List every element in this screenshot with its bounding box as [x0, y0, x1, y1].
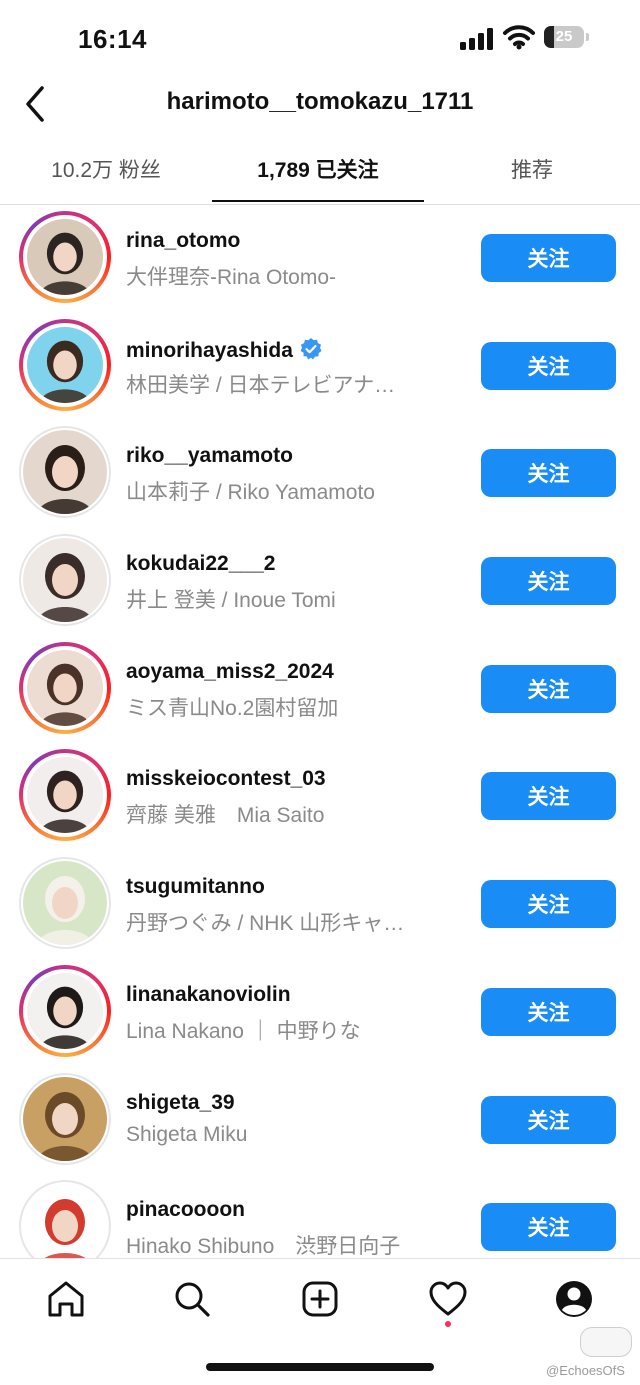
list-item[interactable]: linanakanoviolin Lina Nakano ｜ 中野りな 关注: [0, 958, 640, 1066]
list-item[interactable]: pinacoooon Hinako Shibuno 渋野日向子 关注: [0, 1173, 640, 1258]
follow-button[interactable]: 关注: [481, 449, 616, 498]
account-full-name: 林田美学 / 日本テレビアナ…: [126, 373, 396, 397]
bottom-nav: @EchoesOfS: [0, 1258, 640, 1385]
follow-tabs: 10.2万 粉丝 1,789 已关注 推荐: [0, 140, 640, 205]
battery-percent: 25: [555, 28, 573, 45]
watermark-text: @EchoesOfS: [546, 1363, 625, 1378]
cellular-signal-icon: [460, 28, 493, 50]
username-text[interactable]: misskeiocontest_03: [126, 767, 326, 790]
profile-icon[interactable]: [552, 1277, 596, 1321]
list-item[interactable]: misskeiocontest_03 齊藤 美雅 Mia Saito 关注: [0, 742, 640, 850]
list-item[interactable]: tsugumitanno 丹野つぐみ / NHK 山形キャ… 关注: [0, 850, 640, 958]
avatar[interactable]: [19, 964, 111, 1057]
follow-button[interactable]: 关注: [481, 234, 616, 282]
account-full-name: 丹野つぐみ / NHK 山形キャ…: [126, 912, 405, 936]
account-username[interactable]: minorihayashida: [126, 337, 323, 363]
follow-button[interactable]: 关注: [481, 880, 616, 929]
account-full-name: 山本莉子 / Riko Yamamoto: [126, 481, 375, 505]
avatar[interactable]: [19, 211, 111, 303]
follow-button[interactable]: 关注: [481, 1203, 616, 1252]
notification-dot: [445, 1321, 451, 1327]
avatar[interactable]: [19, 318, 111, 411]
username-text[interactable]: pinacoooon: [126, 1198, 245, 1221]
wifi-icon: [503, 25, 535, 50]
list-item[interactable]: shigeta_39 Shigeta Miku 关注: [0, 1066, 640, 1174]
tab-following[interactable]: 1,789 已关注: [212, 154, 424, 184]
follow-button[interactable]: 关注: [481, 664, 616, 713]
username-text[interactable]: kokudai22___2: [126, 552, 275, 575]
account-username[interactable]: tsugumitanno: [126, 875, 265, 899]
avatar[interactable]: [19, 1072, 111, 1165]
account-username[interactable]: rina_otomo: [126, 229, 240, 253]
activity-heart-icon[interactable]: [426, 1277, 470, 1321]
avatar[interactable]: [19, 749, 111, 842]
tab-suggested[interactable]: 推荐: [424, 154, 640, 184]
account-full-name: 大伴理奈-Rina Otomo-: [126, 266, 337, 289]
watermark-logo: [580, 1327, 632, 1357]
home-icon[interactable]: [44, 1277, 88, 1321]
home-indicator: [206, 1363, 434, 1371]
list-item[interactable]: riko__yamamoto 山本莉子 / Riko Yamamoto 关注: [0, 419, 640, 527]
profile-header: harimoto__tomokazu_1711: [0, 76, 640, 136]
username-text[interactable]: tsugumitanno: [126, 875, 265, 898]
verified-badge-icon: [300, 337, 322, 360]
list-item[interactable]: aoyama_miss2_2024 ミス青山No.2園村留加 关注: [0, 635, 640, 743]
avatar[interactable]: [19, 1180, 111, 1258]
username-text[interactable]: minorihayashida: [126, 339, 293, 362]
account-username[interactable]: riko__yamamoto: [126, 444, 293, 468]
username-text[interactable]: riko__yamamoto: [126, 444, 293, 467]
battery-icon: 25: [544, 26, 590, 50]
avatar[interactable]: [19, 426, 111, 519]
follow-button[interactable]: 关注: [481, 341, 616, 390]
page-title: harimoto__tomokazu_1711: [166, 88, 474, 115]
account-username[interactable]: misskeiocontest_03: [126, 767, 326, 791]
username-text[interactable]: linanakanoviolin: [126, 983, 291, 1006]
active-tab-indicator: [212, 200, 424, 202]
account-full-name: 齊藤 美雅 Mia Saito: [126, 804, 325, 828]
follow-button[interactable]: 关注: [481, 557, 616, 606]
username-text[interactable]: aoyama_miss2_2024: [126, 660, 334, 683]
following-list[interactable]: rina_otomo 大伴理奈-Rina Otomo- 关注 minorihayash…: [0, 204, 640, 1258]
username-text[interactable]: rina_otomo: [126, 229, 240, 252]
create-post-icon[interactable]: [298, 1277, 342, 1321]
avatar[interactable]: [19, 641, 111, 734]
status-bar: 16:14 25: [0, 0, 640, 76]
list-item[interactable]: kokudai22___2 井上 登美 / Inoue Tomi 关注: [0, 527, 640, 635]
account-username[interactable]: kokudai22___2: [126, 552, 275, 576]
status-time: 16:14: [78, 24, 147, 54]
follow-button[interactable]: 关注: [481, 772, 616, 821]
account-username[interactable]: pinacoooon: [126, 1198, 245, 1222]
follow-button[interactable]: 关注: [481, 987, 616, 1036]
account-username[interactable]: linanakanoviolin: [126, 983, 291, 1007]
avatar[interactable]: [19, 857, 111, 950]
search-icon[interactable]: [170, 1277, 214, 1321]
account-username[interactable]: shigeta_39: [126, 1091, 235, 1115]
account-username[interactable]: aoyama_miss2_2024: [126, 660, 334, 684]
username-text[interactable]: shigeta_39: [126, 1091, 235, 1114]
list-item[interactable]: minorihayashida 林田美学 / 日本テレビアナ… 关注: [0, 312, 640, 420]
account-full-name: Shigeta Miku: [126, 1122, 248, 1146]
account-full-name: Hinako Shibuno 渋野日向子: [126, 1235, 401, 1258]
list-item[interactable]: rina_otomo 大伴理奈-Rina Otomo- 关注: [0, 204, 640, 312]
account-full-name: Lina Nakano ｜ 中野りな: [126, 1019, 361, 1043]
avatar[interactable]: [19, 534, 111, 627]
tab-followers[interactable]: 10.2万 粉丝: [0, 154, 212, 184]
account-full-name: 井上 登美 / Inoue Tomi: [126, 589, 336, 613]
account-full-name: ミス青山No.2園村留加: [126, 696, 339, 720]
follow-button[interactable]: 关注: [481, 1095, 616, 1144]
